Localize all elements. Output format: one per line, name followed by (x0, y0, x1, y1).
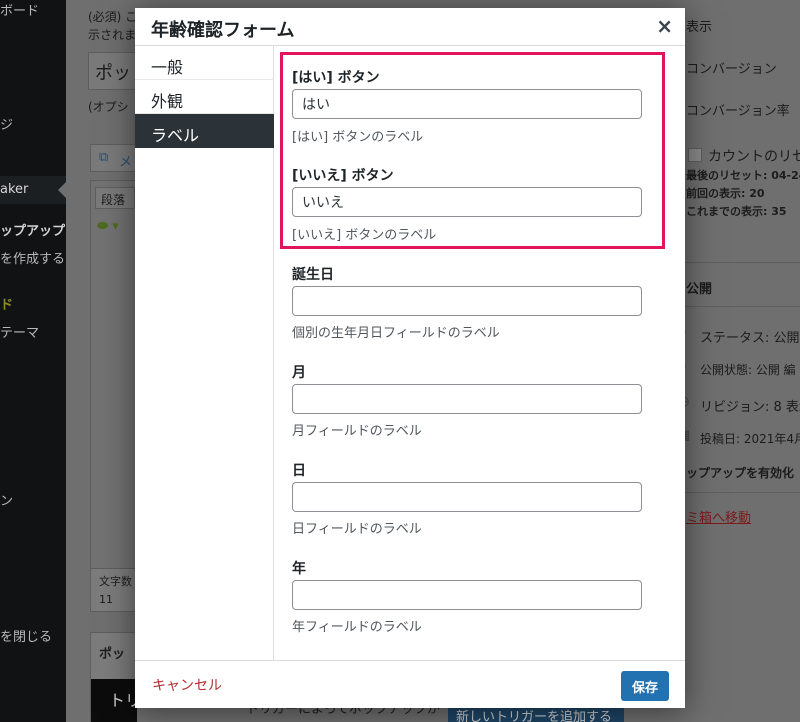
birthday-field-label: 誕生日 (292, 267, 334, 283)
shown-note: 示されま (88, 28, 137, 42)
stat-conversions: コンバージョン (686, 62, 777, 77)
paragraph-label: 段落 (101, 193, 126, 207)
month-field-label: 月 (292, 365, 306, 381)
enable-popup-label: ップアップを有効化 (686, 466, 795, 480)
reset-count-checkbox[interactable] (688, 148, 702, 162)
month-field-desc: 月フィールドのラベル (292, 424, 422, 439)
close-icon[interactable]: × (656, 14, 673, 38)
word-count-value: 11 (99, 593, 113, 606)
age-verification-modal: 年齢確認フォーム × 一般 外観 ラベル [はい] ボタン [はい] ボタンのラ… (135, 8, 685, 708)
no-button-label-input[interactable] (292, 187, 642, 217)
yes-button-field-label: [はい] ボタン (292, 70, 380, 86)
popup-title-value: ポッ (95, 63, 131, 84)
status-label: ステータス: 公開済 (700, 331, 800, 346)
sidebar-item-themes[interactable]: テーマ (0, 322, 39, 341)
paragraph-select[interactable]: 段落 (95, 187, 135, 209)
visibility-label[interactable]: 公開状態: 公開 編 (700, 361, 796, 378)
yes-button-label-input[interactable] (292, 89, 642, 119)
sidebar-item-popup-maker[interactable]: aker (0, 182, 28, 197)
modal-tab-nav: 一般 外観 ラベル (135, 46, 274, 660)
day-field-desc: 日フィールドのラベル (292, 522, 422, 537)
popup-settings-title: ポッ (99, 647, 126, 662)
save-button[interactable]: 保存 (621, 671, 669, 701)
revisions-label[interactable]: リビジョン: 8 表示 (700, 396, 800, 415)
add-trigger-label: 新しいトリガーを追加する (456, 710, 613, 722)
birthday-label-input[interactable] (292, 286, 642, 316)
cancel-button[interactable]: キャンセル (152, 675, 222, 695)
divider (674, 262, 800, 263)
divider (674, 492, 800, 493)
tab-general[interactable]: 一般 (135, 46, 274, 80)
admin-sidebar: ボード ジ aker ップアップ を作成する ド テーマ ン を閉じる (0, 0, 66, 722)
previous-views: 前回の表示: 20 (686, 187, 765, 200)
year-field-desc: 年フィールドのラベル (292, 620, 422, 635)
trigger-tab[interactable]: トリ (91, 679, 141, 722)
popup-maker-editor-icon[interactable]: ⬬ ▾ (97, 219, 119, 234)
no-button-field-desc: [いいえ] ボタンのラベル (292, 228, 437, 243)
sidebar-item-dashboard[interactable]: ボード (0, 0, 39, 19)
sidebar-item-upgrade[interactable]: ド (0, 294, 13, 313)
reset-count-label: カウントのリセ (708, 149, 800, 165)
sidebar-item-popups[interactable]: ップアップ (0, 220, 65, 239)
yes-button-field-desc: [はい] ボタンのラベル (292, 130, 424, 145)
publish-box-title: 公開 (686, 282, 713, 297)
tab-appearance[interactable]: 外観 (135, 80, 274, 114)
birthday-field-desc: 個別の生年月日フィールドのラベル (292, 326, 500, 341)
sidebar-active-arrow (58, 182, 66, 198)
required-note: (必須) こ (88, 10, 138, 24)
month-label-input[interactable] (292, 384, 642, 414)
no-button-field-label: [いいえ] ボタン (292, 168, 394, 184)
editor-area[interactable]: 段落 ⬬ ▾ (90, 180, 136, 600)
year-field-label: 年 (292, 561, 306, 577)
add-media-button[interactable]: ⧉ メ (90, 144, 136, 172)
last-reset: 最後のリセット: 04-24 (686, 169, 800, 182)
add-media-label: メ (119, 155, 133, 170)
sidebar-item-plugins[interactable]: ン (0, 490, 13, 509)
sidebar-item-create-popup[interactable]: を作成する (0, 248, 65, 267)
day-label-input[interactable] (292, 482, 642, 512)
modal-title: 年齢確認フォーム (151, 20, 295, 41)
media-icon: ⧉ (99, 150, 109, 165)
sidebar-item-pages[interactable]: ジ (0, 114, 13, 133)
sidebar-collapse-menu[interactable]: を閉じる (0, 626, 52, 645)
modal-footer: キャンセル 保存 (135, 660, 685, 708)
stat-views: 表示 (686, 20, 713, 35)
modal-header: 年齢確認フォーム × (135, 8, 685, 46)
labels-tab-content: [はい] ボタン [はい] ボタンのラベル [いいえ] ボタン [いいえ] ボタ… (275, 46, 685, 660)
divider (674, 306, 800, 307)
word-count-label: 文字数 (99, 575, 132, 588)
word-count-bar: 文字数 11 (90, 568, 136, 612)
move-to-trash-link[interactable]: ミ箱へ移動 (686, 507, 751, 526)
popup-settings-box: ポッ トリ (90, 632, 141, 722)
published-date: 投稿日: 2021年4月 (700, 432, 800, 446)
optional-note: (オプシ (88, 100, 129, 114)
total-views: これまでの表示: 35 (686, 205, 787, 218)
day-field-label: 日 (292, 463, 306, 479)
year-label-input[interactable] (292, 580, 642, 610)
tab-labels[interactable]: ラベル (135, 114, 274, 148)
stat-conversion-rate: コンバージョン率 (686, 104, 790, 119)
